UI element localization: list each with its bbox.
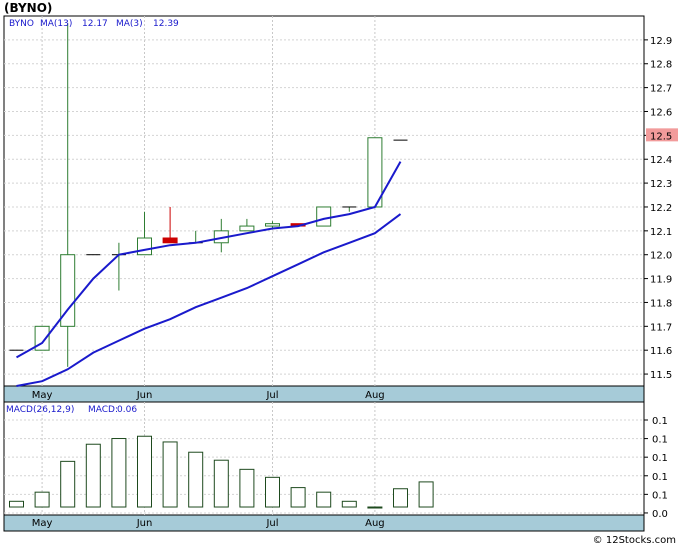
macd-bar	[213, 459, 229, 508]
macd-x-tick-label: Jun	[136, 518, 153, 529]
candle-body	[265, 223, 280, 227]
macd-legend-value: 0.06	[117, 405, 137, 415]
macd-y-tick-label: 0.1	[652, 435, 668, 446]
current-price-label: 12.5	[650, 131, 672, 142]
candle-body	[137, 237, 152, 256]
y-tick-label: 12.9	[650, 36, 672, 47]
y-tick-label: 12.7	[650, 84, 672, 95]
macd-bar	[60, 460, 76, 508]
x-tick-label: Jul	[265, 390, 278, 401]
macd-bar	[34, 491, 50, 508]
macd-x-tick-label: Jul	[265, 518, 278, 529]
macd-legend-value-label: MACD:	[88, 405, 118, 415]
macd-bar	[265, 476, 280, 508]
macd-y-tick-label: 0.0	[652, 509, 668, 520]
y-tick-label: 12.6	[650, 107, 672, 118]
legend-ma13-value: 12.17	[82, 19, 108, 29]
macd-bar	[316, 491, 332, 508]
candle-body	[162, 237, 178, 244]
x-tick-label: Jun	[136, 390, 153, 401]
credit-text: © 12Stocks.com	[592, 535, 676, 546]
legend-ma3-value: 12.39	[153, 19, 179, 29]
y-tick-label: 11.5	[650, 370, 672, 381]
candle-body	[239, 225, 255, 232]
macd-x-tick-label: Aug	[365, 518, 385, 529]
y-tick-label: 12.1	[650, 227, 672, 238]
macd-bar	[341, 500, 357, 508]
macd-legend-label: MACD(26,12,9)	[6, 405, 74, 415]
y-tick-label: 12.3	[650, 179, 672, 190]
legend-ma13-label: MA(13)	[40, 19, 72, 29]
legend-symbol: BYNO	[9, 19, 34, 29]
y-tick-label: 12.8	[650, 60, 672, 71]
y-tick-label: 12.0	[650, 251, 672, 262]
legend-ma3-label: MA(3)	[116, 19, 143, 29]
y-tick-label: 12.4	[650, 155, 672, 166]
macd-y-tick-label: 0.1	[652, 416, 668, 427]
macd-bar	[239, 468, 255, 508]
macd-bar	[188, 451, 204, 508]
macd-bar	[162, 441, 178, 508]
macd-bar	[111, 438, 127, 508]
macd-bar	[367, 506, 383, 509]
stock-chart: May May Jun Jun Jul Jul Aug Aug 12.9 12.8 12.7 12.6…	[3, 15, 678, 532]
macd-y-tick-label: 0.1	[652, 453, 668, 464]
price-panel	[3, 15, 645, 387]
macd-y-tick-label: 0.1	[652, 490, 668, 501]
x-tick-label: May	[32, 390, 53, 401]
y-tick-label: 11.7	[650, 322, 672, 333]
x-tick-label: Aug	[365, 390, 385, 401]
y-tick-label: 11.9	[650, 275, 672, 286]
candle-body	[316, 206, 332, 227]
macd-bar	[393, 488, 408, 508]
macd-x-tick-label: May	[32, 518, 53, 529]
y-tick-label: 11.6	[650, 346, 672, 357]
macd-bar	[418, 481, 434, 508]
y-tick-label: 11.8	[650, 298, 672, 309]
macd-x-axis-band	[3, 514, 645, 532]
y-tick-label: 12.2	[650, 203, 672, 214]
macd-bar	[290, 487, 306, 508]
macd-y-tick-label: 0.1	[652, 472, 668, 483]
macd-bar	[137, 435, 152, 508]
macd-bar	[9, 500, 24, 508]
price-x-axis-band	[3, 385, 645, 403]
macd-bar	[85, 443, 101, 508]
